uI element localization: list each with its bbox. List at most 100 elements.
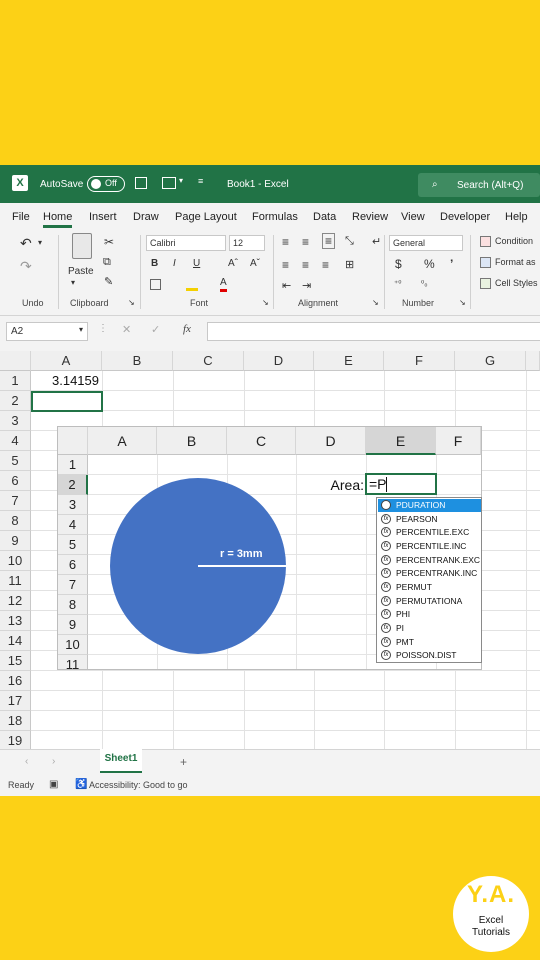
tab-file[interactable]: File (12, 211, 30, 223)
format-painter-icon[interactable]: ✎ (104, 275, 113, 288)
row-header[interactable]: 17 (0, 691, 31, 711)
conditional-formatting-button[interactable]: Condition (495, 236, 533, 246)
chevron-down-icon[interactable]: ▾ (71, 278, 75, 287)
cell-a1[interactable]: 3.14159 (31, 371, 102, 391)
autocomplete-item[interactable]: fx PERMUT (378, 581, 481, 594)
align-center-icon[interactable]: ≡ (302, 258, 309, 272)
row-header[interactable]: 7 (0, 491, 31, 511)
cancel-icon[interactable]: ✕ (122, 323, 131, 336)
column-header[interactable]: B (102, 351, 173, 371)
tab-home[interactable]: Home (43, 211, 73, 228)
decrease-decimal-icon[interactable]: ⁰₀ (421, 279, 428, 288)
currency-button[interactable]: $ (395, 257, 402, 271)
font-size-select[interactable]: 12 (229, 235, 265, 251)
macro-record-icon[interactable]: ▣ (49, 779, 58, 790)
tab-help[interactable]: Help (505, 211, 528, 223)
row-header[interactable]: 13 (0, 611, 31, 631)
autocomplete-item[interactable]: fx PMT (378, 636, 481, 649)
row-header[interactable]: 4 (0, 431, 31, 451)
grow-font-button[interactable]: Aˆ (228, 258, 238, 269)
dialog-launcher-icon[interactable]: ↘ (128, 298, 135, 307)
increase-decimal-icon[interactable]: ⁺⁰ (394, 279, 401, 288)
tab-view[interactable]: View (401, 211, 425, 223)
autocomplete-item[interactable]: fx PERMUTATIONA (378, 595, 481, 608)
tab-draw[interactable]: Draw (133, 211, 159, 223)
active-cell-a2[interactable] (31, 391, 103, 412)
autocomplete-item[interactable]: fx PERCENTRANK.INC (378, 567, 481, 580)
copy-icon[interactable]: ⧉ (103, 256, 111, 269)
redo-icon[interactable]: ↷ (20, 258, 32, 275)
align-bottom-icon[interactable]: ≡ (322, 233, 336, 249)
form-icon[interactable] (162, 177, 176, 189)
row-header[interactable]: 19 (0, 731, 31, 749)
autocomplete-item[interactable]: fx PERCENTRANK.EXC (378, 554, 481, 567)
tab-data[interactable]: Data (313, 211, 336, 223)
font-color-icon[interactable]: A (220, 277, 227, 292)
chevron-down-icon[interactable]: ▾ (179, 176, 183, 185)
comma-button[interactable]: ʼ (450, 257, 453, 271)
undo-icon[interactable]: ↶ (20, 235, 32, 252)
bold-button[interactable]: B (151, 258, 158, 269)
borders-icon[interactable] (150, 279, 161, 290)
tab-page-layout[interactable]: Page Layout (175, 211, 237, 223)
italic-button[interactable]: I (173, 258, 176, 269)
row-header[interactable]: 15 (0, 651, 31, 671)
align-right-icon[interactable]: ≡ (322, 258, 329, 272)
underline-button[interactable]: U (193, 258, 200, 269)
row-header[interactable]: 2 (0, 391, 31, 411)
shrink-font-button[interactable]: Aˇ (250, 258, 260, 269)
row-header[interactable]: 8 (0, 511, 31, 531)
merge-icon[interactable]: ⊞ (345, 258, 354, 271)
row-header[interactable]: 5 (0, 451, 31, 471)
percent-button[interactable]: % (424, 257, 435, 271)
dialog-launcher-icon[interactable]: ↘ (459, 298, 466, 307)
autocomplete-item[interactable]: fx PERCENTILE.EXC (378, 526, 481, 539)
scroll-right-icon[interactable]: › (52, 756, 55, 767)
fill-color-icon[interactable] (186, 279, 198, 291)
autocomplete-item[interactable]: fx PEARSON (378, 513, 481, 526)
scroll-left-icon[interactable]: ‹ (25, 756, 28, 767)
row-header[interactable]: 10 (0, 551, 31, 571)
accessibility-status[interactable]: Accessibility: Good to go (89, 780, 188, 790)
column-header[interactable]: A (31, 351, 102, 371)
row-header[interactable]: 3 (0, 411, 31, 431)
align-middle-icon[interactable]: ≡ (302, 235, 309, 249)
accessibility-icon[interactable]: ♿ (75, 779, 87, 790)
enter-icon[interactable]: ✓ (151, 323, 160, 336)
number-format-select[interactable]: General (389, 235, 463, 251)
autocomplete-item[interactable]: fx PHI (378, 608, 481, 621)
row-header[interactable]: 12 (0, 591, 31, 611)
add-sheet-icon[interactable]: + (180, 755, 187, 769)
orientation-icon[interactable]: ⤡ (345, 235, 354, 248)
tab-formulas[interactable]: Formulas (252, 211, 298, 223)
decrease-indent-icon[interactable]: ⇤ (282, 279, 291, 292)
formula-input[interactable] (207, 322, 540, 341)
cut-icon[interactable]: ✂ (104, 235, 114, 249)
paste-icon[interactable] (72, 233, 92, 259)
chevron-down-icon[interactable]: ▾ (38, 238, 42, 247)
font-name-select[interactable]: Calibri (146, 235, 226, 251)
column-header[interactable] (526, 351, 540, 371)
row-header[interactable]: 14 (0, 631, 31, 651)
save-icon[interactable] (135, 177, 147, 189)
dialog-launcher-icon[interactable]: ↘ (262, 298, 269, 307)
name-box[interactable]: A2 ▾ (6, 322, 88, 341)
tab-review[interactable]: Review (352, 211, 388, 223)
paste-label[interactable]: Paste (68, 266, 94, 277)
row-header[interactable]: 11 (0, 571, 31, 591)
active-cell-e2[interactable]: =P (365, 473, 437, 495)
customize-toolbar-icon[interactable]: ≡ (198, 176, 203, 186)
autosave-toggle[interactable]: Off (87, 176, 125, 192)
dialog-launcher-icon[interactable]: ↘ (372, 298, 379, 307)
row-header[interactable]: 1 (0, 371, 31, 391)
row-header[interactable]: 18 (0, 711, 31, 731)
column-header[interactable]: F (384, 351, 455, 371)
row-header[interactable]: 16 (0, 671, 31, 691)
align-top-icon[interactable]: ≡ (282, 235, 289, 249)
tab-developer[interactable]: Developer (440, 211, 490, 223)
sheet-tab-sheet1[interactable]: Sheet1 (100, 749, 142, 773)
column-header[interactable]: G (455, 351, 526, 371)
chevron-down-icon[interactable]: ▾ (79, 325, 83, 334)
insert-function-icon[interactable]: fx (183, 323, 191, 335)
increase-indent-icon[interactable]: ⇥ (302, 279, 311, 292)
